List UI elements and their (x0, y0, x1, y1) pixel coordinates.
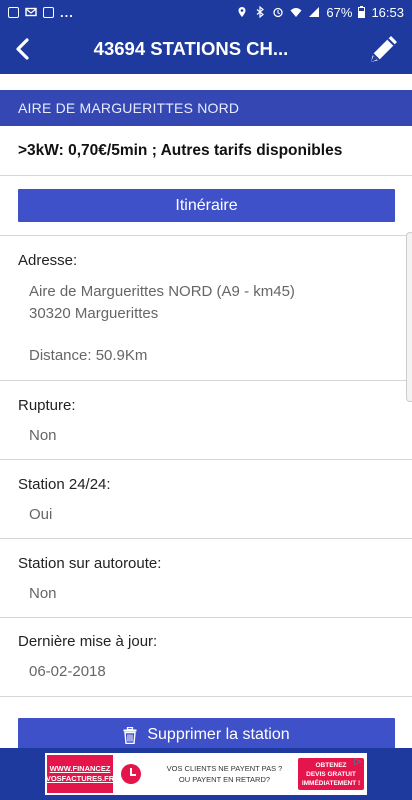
ad-brand[interactable]: WWW.FINANCEZ VOSFACTURES.FR (45, 755, 115, 793)
notification-dots: ... (60, 4, 74, 20)
page-title: 43694 STATIONS CH... (93, 38, 289, 59)
divider (0, 235, 412, 236)
tarif-text: >3kW: 0,70€/5min ; Autres tarifs disponi… (0, 127, 412, 176)
rupture-value: Non (29, 427, 57, 444)
gallery-icon (43, 6, 54, 18)
mail-icon (25, 7, 37, 17)
last-update-value: 06-02-2018 (29, 663, 106, 680)
status-bar: ... 67% 16:53 (0, 0, 412, 24)
ad-text-line-2: OU PAYENT EN RETARD? (178, 775, 271, 784)
back-arrow-icon (16, 38, 29, 60)
divider (0, 380, 412, 381)
station-24-value: Oui (29, 506, 53, 523)
ad-cta-line-2: DEVIS GRATUIT (306, 770, 356, 778)
autoroute-label: Station sur autoroute: (18, 555, 162, 572)
itinerary-button[interactable]: Itinéraire (18, 189, 395, 222)
battery-icon (358, 6, 366, 18)
clock-time: 16:53 (371, 4, 404, 20)
location-icon (238, 7, 246, 17)
ad-text-line-1: VOS CLIENTS NE PAYENT PAS ? (166, 764, 283, 773)
station-24-label: Station 24/24: (18, 476, 111, 493)
alarm-icon (273, 7, 284, 18)
edit-button[interactable] (356, 24, 412, 74)
ad-text: VOS CLIENTS NE PAYENT PAS ? OU PAYENT EN… (151, 763, 298, 785)
distance-value: Distance: 50.9Km (29, 347, 148, 364)
last-update-label: Dernière mise à jour: (18, 633, 158, 650)
divider (0, 617, 412, 618)
address-line-2: 30320 Marguerittes (29, 305, 159, 322)
rupture-label: Rupture: (18, 397, 76, 414)
ad-brand-line-1: WWW.FINANCEZ (49, 764, 111, 773)
wifi-icon (290, 8, 302, 17)
divider (0, 696, 412, 697)
status-left: ... (8, 5, 74, 20)
ad-cta-line-3: IMMÉDIATEMENT ! (301, 779, 361, 787)
station-name-header: AIRE DE MARGUERITTES NORD (0, 90, 412, 126)
signal-icon (309, 7, 320, 17)
pencil-icon (371, 36, 397, 62)
bluetooth-icon (257, 6, 265, 18)
status-right: 67% 16:53 (236, 5, 404, 20)
image-icon (8, 6, 19, 18)
address-label: Adresse: (18, 252, 78, 269)
battery-percent: 67% (326, 4, 353, 20)
ad-brand-line-2: VOSFACTURES.FR (45, 774, 115, 783)
delete-station-label: Supprimer la station (147, 726, 290, 743)
divider (0, 538, 412, 539)
ad-banner: WWW.FINANCEZ VOSFACTURES.FR VOS CLIENTS … (0, 748, 412, 800)
app-bar: 43694 STATIONS CH... (0, 24, 412, 74)
ad-cta-line-1: OBTENEZ (315, 761, 347, 769)
back-button[interactable] (0, 24, 44, 74)
ad-content[interactable]: WWW.FINANCEZ VOSFACTURES.FR VOS CLIENTS … (45, 753, 367, 795)
trash-icon (123, 726, 137, 744)
ad-choices-icon[interactable]: ▷ (351, 755, 365, 767)
delete-station-button[interactable]: Supprimer la station (18, 718, 395, 752)
divider (0, 459, 412, 460)
clock-icon (121, 764, 141, 784)
scroll-handle[interactable] (406, 232, 412, 402)
address-line-1: Aire de Marguerittes NORD (A9 - km45) (29, 283, 295, 300)
autoroute-value: Non (29, 585, 57, 602)
